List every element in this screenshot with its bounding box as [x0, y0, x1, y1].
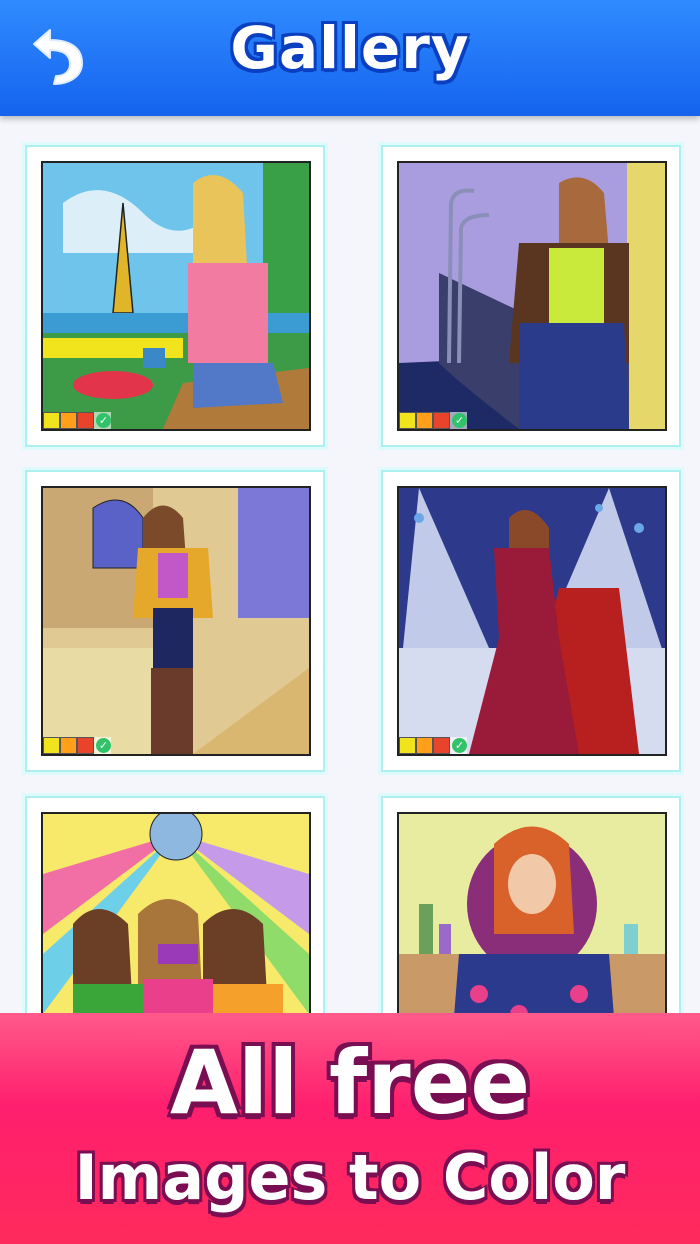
progress-palette: ✓ [43, 737, 111, 754]
palette-swatch [433, 412, 450, 429]
banner-headline: All free [169, 1031, 531, 1134]
palette-swatch [433, 737, 450, 754]
check-icon: ✓ [96, 738, 111, 753]
palette-swatch [43, 737, 60, 754]
gallery-item-street-lamp[interactable]: ✓ [381, 145, 681, 447]
palette-swatch [60, 737, 77, 754]
progress-palette: ✓ [399, 412, 467, 429]
gallery-item-city-street[interactable]: ✓ [25, 470, 325, 772]
banner-subheadline: Images to Color [74, 1141, 626, 1214]
check-icon: ✓ [452, 738, 467, 753]
palette-swatch [416, 412, 433, 429]
gallery-item-red-carpet[interactable]: ✓ [381, 470, 681, 772]
palette-swatch [399, 412, 416, 429]
coloring-image: ✓ [397, 161, 667, 431]
palette-swatch [60, 412, 77, 429]
app-header: Gallery [0, 0, 700, 116]
palette-swatch [399, 737, 416, 754]
palette-swatch [416, 737, 433, 754]
coloring-image: ✓ [41, 486, 311, 756]
palette-swatch [77, 412, 94, 429]
page-title: Gallery [230, 14, 470, 82]
check-icon: ✓ [96, 413, 111, 428]
check-icon: ✓ [452, 413, 467, 428]
palette-swatch [77, 737, 94, 754]
progress-palette: ✓ [43, 412, 111, 429]
progress-palette: ✓ [399, 737, 467, 754]
coloring-image: ✓ [41, 161, 311, 431]
gallery-item-paris[interactable]: ✓ [25, 145, 325, 447]
promo-banner: All free Images to Color [0, 1013, 700, 1244]
palette-swatch [43, 412, 60, 429]
coloring-image: ✓ [397, 486, 667, 756]
